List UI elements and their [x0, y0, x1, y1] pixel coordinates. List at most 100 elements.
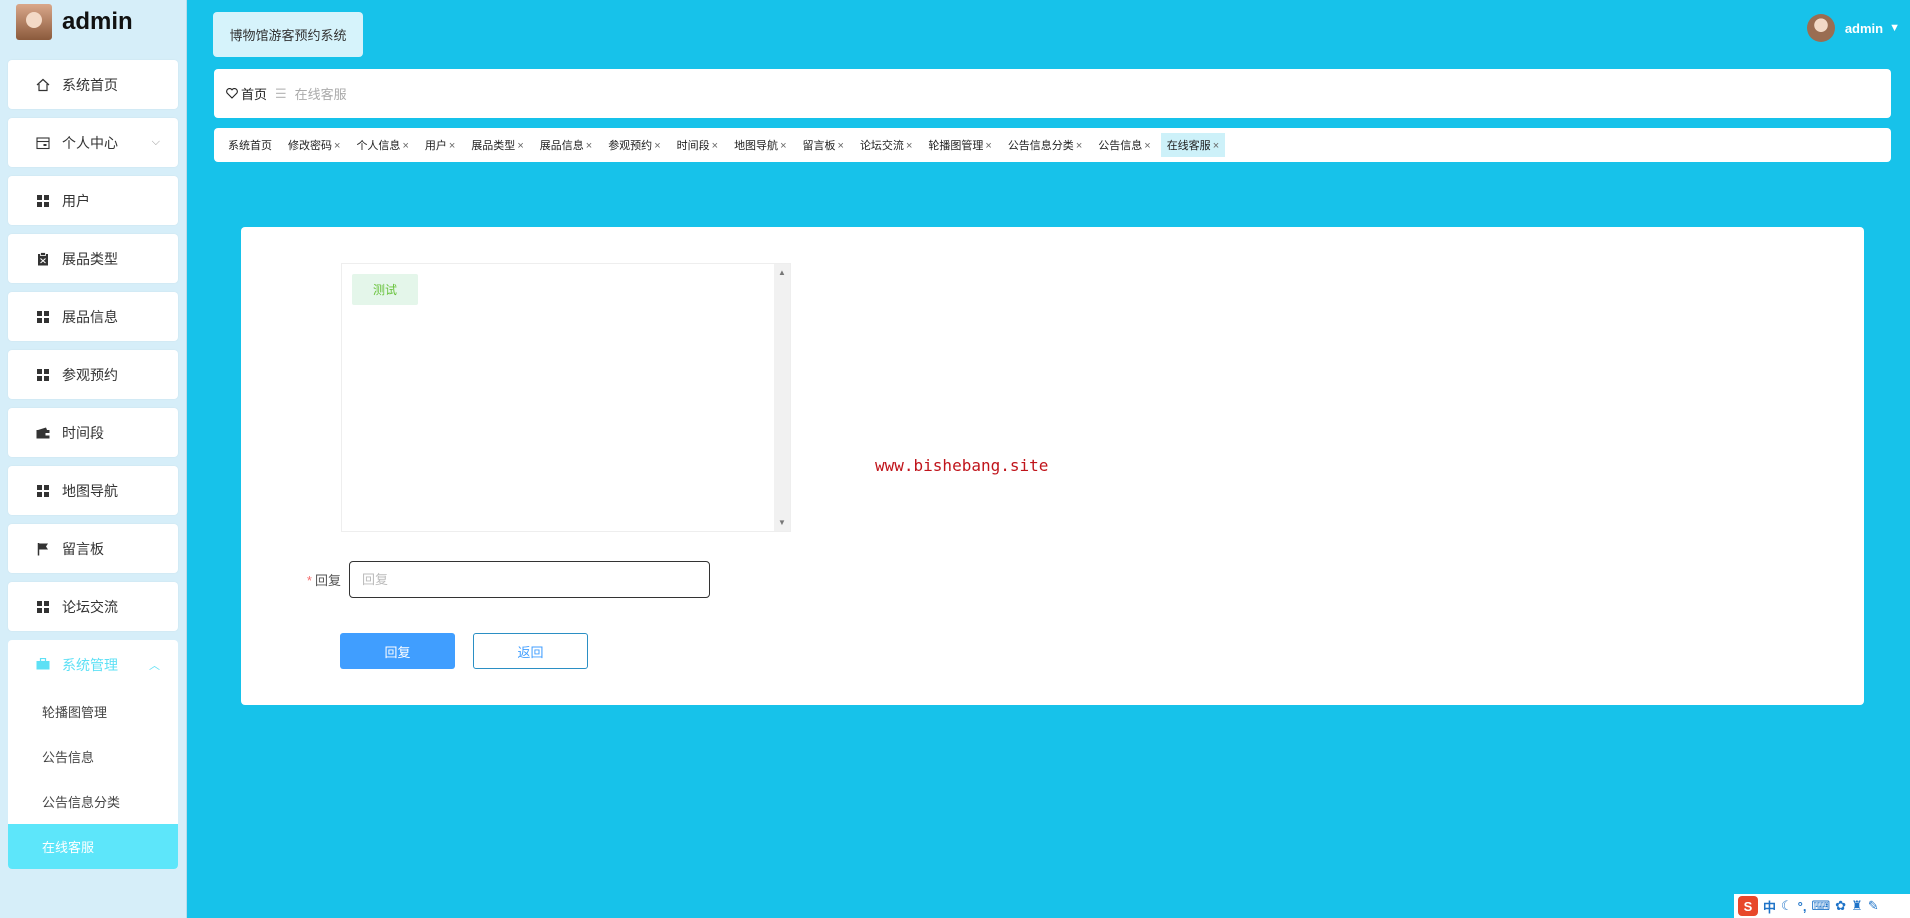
sidebar: admin 系统首页 个人中心 ⌵ 用户 展品类型 展品信息 参观预约 时间段 … — [0, 0, 187, 918]
caret-down-icon: ▼ — [1889, 22, 1900, 34]
reply-label-text: 回复 — [314, 573, 341, 588]
breadcrumb-home-label: 首页 — [241, 87, 268, 102]
breadcrumb-separator-icon: ☰ — [275, 85, 287, 101]
sidebar-item-time-slot[interactable]: 时间段 — [8, 408, 178, 457]
tab-forum[interactable]: 论坛交流 × — [854, 133, 918, 157]
grid-icon — [36, 600, 50, 614]
tab-label: 轮播图管理 — [928, 140, 984, 152]
close-icon[interactable]: × — [838, 140, 844, 152]
tab-exhibit-types[interactable]: 展品类型 × — [465, 133, 529, 157]
sidebar-item-users[interactable]: 用户 — [8, 176, 178, 225]
punctuation-icon[interactable]: °, — [1798, 899, 1807, 914]
sidebar-item-label: 留言板 — [62, 540, 104, 557]
sidebar-item-forum[interactable]: 论坛交流 — [8, 582, 178, 631]
sidebar-subitem-label: 公告信息 — [42, 750, 95, 765]
scroll-down-icon[interactable]: ▼ — [778, 518, 786, 527]
reply-button[interactable]: 回复 — [340, 633, 455, 669]
tab-label: 论坛交流 — [859, 140, 904, 152]
sidebar-item-message-board[interactable]: 留言板 — [8, 524, 178, 573]
tab-change-password[interactable]: 修改密码 × — [282, 133, 346, 157]
close-icon[interactable]: × — [1076, 140, 1082, 152]
close-icon[interactable]: × — [449, 140, 455, 152]
close-icon[interactable]: × — [780, 140, 786, 152]
moon-icon[interactable]: ☾ — [1781, 898, 1793, 914]
tab-label: 个人信息 — [356, 140, 401, 152]
user-menu[interactable]: admin ▼ — [1806, 14, 1900, 42]
shirt-icon[interactable]: ♜ — [1851, 898, 1863, 914]
tab-message-board[interactable]: 留言板 × — [797, 133, 850, 157]
tab-label: 系统首页 — [228, 140, 272, 152]
ime-toolbar: S 中 ☾ °, ⌨ ✿ ♜ ✎ — [1734, 894, 1910, 918]
breadcrumb-current: 在线客服 — [294, 87, 347, 102]
user-name: admin — [1844, 20, 1884, 36]
close-icon[interactable]: × — [1213, 140, 1219, 152]
tab-online-service[interactable]: 在线客服 × — [1160, 133, 1226, 157]
required-mark: * — [306, 573, 312, 588]
close-icon[interactable]: × — [586, 140, 592, 152]
chevron-down-icon: ⌵ — [151, 136, 160, 148]
tab-label: 时间段 — [676, 140, 710, 152]
close-icon[interactable]: × — [906, 140, 912, 152]
tab-label: 留言板 — [802, 140, 836, 152]
sidebar-subitem-announcement-info[interactable]: 公告信息 — [8, 734, 178, 779]
grid-icon — [36, 484, 50, 498]
sogou-logo-icon[interactable]: S — [1738, 896, 1758, 916]
sidebar-item-label: 展品信息 — [62, 308, 118, 325]
close-icon[interactable]: × — [334, 140, 340, 152]
grid-icon — [36, 194, 50, 208]
sidebar-item-map-navigation[interactable]: 地图导航 — [8, 466, 178, 515]
wrench-icon[interactable]: ✎ — [1868, 898, 1879, 914]
ime-mode[interactable]: 中 — [1763, 897, 1776, 916]
sidebar-item-personal-center[interactable]: 个人中心 ⌵ — [8, 118, 178, 167]
tab-users[interactable]: 用户 × — [419, 133, 461, 157]
tab-visit-booking[interactable]: 参观预约 × — [602, 133, 666, 157]
sidebar-item-exhibit-types[interactable]: 展品类型 — [8, 234, 178, 283]
sidebar-subitem-label: 在线客服 — [42, 840, 95, 855]
close-icon[interactable]: × — [712, 140, 718, 152]
sidebar-item-home[interactable]: 系统首页 — [8, 60, 178, 109]
tab-label: 展品类型 — [471, 140, 516, 152]
tab-label: 用户 — [424, 140, 447, 152]
tab-exhibit-info[interactable]: 展品信息 × — [534, 133, 598, 157]
close-icon[interactable]: × — [402, 140, 408, 152]
reply-input[interactable] — [349, 561, 710, 598]
tab-label: 地图导航 — [734, 140, 779, 152]
sidebar-item-exhibit-info[interactable]: 展品信息 — [8, 292, 178, 341]
close-icon[interactable]: × — [1144, 140, 1150, 152]
system-title: 博物馆游客预约系统 — [213, 12, 363, 57]
sidebar-subitem-announcement-category[interactable]: 公告信息分类 — [8, 779, 178, 824]
tab-map-navigation[interactable]: 地图导航 × — [728, 133, 792, 157]
tab-label: 修改密码 — [288, 140, 332, 152]
sidebar-item-label: 用户 — [62, 192, 90, 209]
close-icon[interactable]: × — [517, 140, 523, 152]
tab-carousel-management[interactable]: 轮播图管理 × — [922, 133, 997, 157]
tab-personal-info[interactable]: 个人信息 × — [350, 133, 414, 157]
sidebar-item-label: 参观预约 — [62, 366, 118, 383]
keyboard-icon[interactable]: ⌨ — [1811, 898, 1830, 914]
watermark: www.bishebang.site — [875, 456, 1049, 475]
scroll-up-icon[interactable]: ▲ — [778, 268, 786, 277]
calendar-icon — [36, 136, 50, 150]
chat-card: 测试 ▲ ▼ www.bishebang.site *回复 回复 返回 — [241, 227, 1864, 705]
flag-icon — [36, 542, 50, 556]
sidebar-item-visit-booking[interactable]: 参观预约 — [8, 350, 178, 399]
tab-time-slot[interactable]: 时间段 × — [671, 133, 724, 157]
home-icon — [36, 78, 50, 92]
sidebar-menu: 系统首页 个人中心 ⌵ 用户 展品类型 展品信息 参观预约 时间段 地图导航 留… — [0, 44, 186, 869]
sidebar-item-label: 论坛交流 — [62, 598, 118, 615]
tools-icon[interactable]: ✿ — [1835, 898, 1846, 914]
tab-label: 展品信息 — [539, 140, 584, 152]
close-icon[interactable]: × — [654, 140, 660, 152]
chat-scrollbar[interactable]: ▲ ▼ — [774, 264, 790, 531]
chat-history[interactable]: 测试 ▲ ▼ — [341, 263, 791, 532]
tab-home[interactable]: 系统首页 — [222, 133, 278, 157]
heart-icon — [226, 88, 238, 99]
back-button[interactable]: 返回 — [473, 633, 588, 669]
breadcrumb-home[interactable]: 首页 — [226, 84, 267, 103]
sidebar-subitem-online-service[interactable]: 在线客服 — [8, 824, 178, 869]
close-icon[interactable]: × — [985, 140, 991, 152]
sidebar-subitem-carousel-management[interactable]: 轮播图管理 — [8, 689, 178, 734]
tab-announcement-category[interactable]: 公告信息分类 × — [1002, 133, 1088, 157]
sidebar-item-system-management[interactable]: 系统管理 ︿ — [8, 640, 178, 689]
tab-announcement-info[interactable]: 公告信息 × — [1092, 133, 1156, 157]
